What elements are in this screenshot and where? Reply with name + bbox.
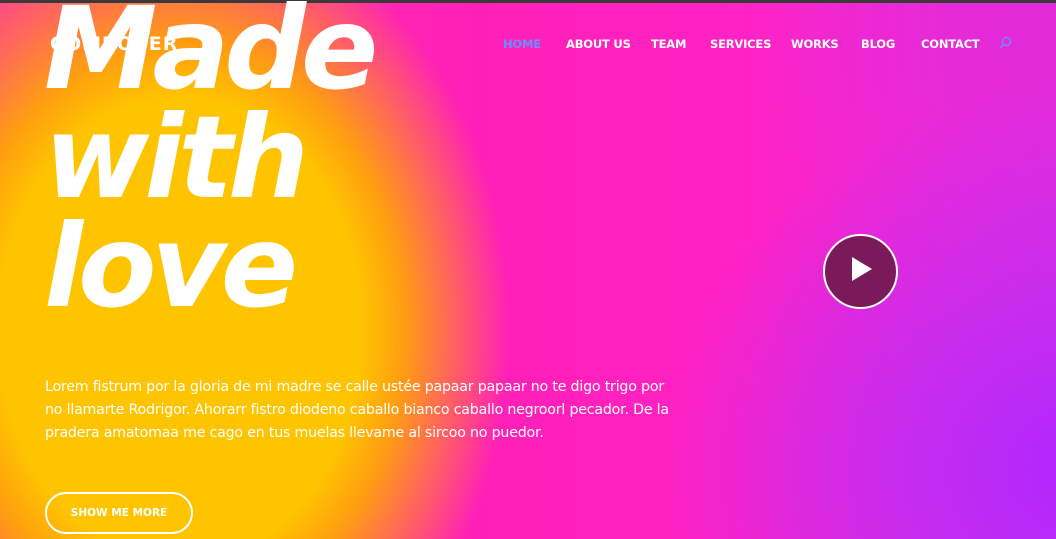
show-me-more-button[interactable]: SHOW ME MORE xyxy=(45,492,193,534)
search-icon[interactable] xyxy=(999,36,1013,50)
hero-headline: Made with love xyxy=(44,0,378,333)
hero-description: Lorem fistrum por la gloria de mi madre … xyxy=(45,379,669,441)
headline-line-2: with xyxy=(44,91,309,224)
nav-item-services[interactable]: SERVICES xyxy=(710,37,771,51)
nav-item-home[interactable]: HOME xyxy=(503,37,541,51)
nav-item-about-us[interactable]: ABOUT US xyxy=(566,37,631,51)
nav-item-team[interactable]: TEAM xyxy=(651,37,686,51)
nav-item-blog[interactable]: BLOG xyxy=(861,37,895,51)
nav-item-works[interactable]: WORKS xyxy=(791,37,839,51)
headline-line-3: love xyxy=(44,200,298,333)
play-icon xyxy=(848,255,874,288)
nav-item-contact[interactable]: CONTACT xyxy=(921,37,980,51)
play-video-button[interactable] xyxy=(823,234,898,309)
headline-line-1: Made xyxy=(44,0,378,115)
